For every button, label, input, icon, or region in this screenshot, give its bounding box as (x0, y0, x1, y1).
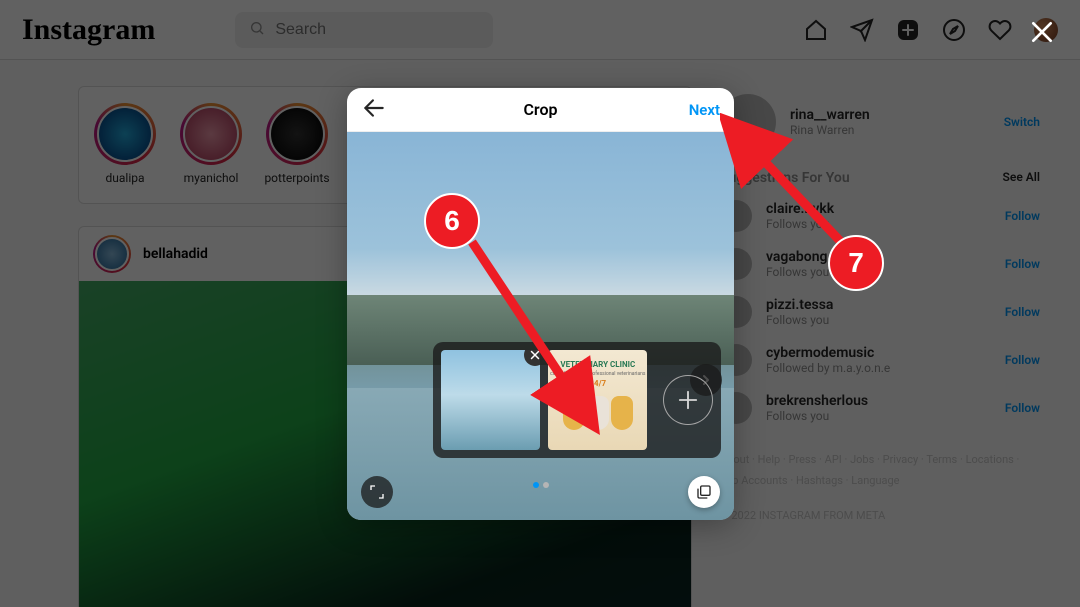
pager-dot (543, 482, 549, 488)
pager-dot-active (533, 482, 539, 488)
next-button[interactable]: Next (689, 101, 720, 119)
multi-select-icon[interactable] (688, 476, 720, 508)
aspect-ratio-icon[interactable] (361, 476, 393, 508)
close-icon[interactable] (1022, 12, 1062, 52)
back-icon[interactable] (361, 95, 387, 125)
add-media-icon[interactable] (663, 375, 713, 425)
modal-title: Crop (347, 100, 734, 119)
annotation-callout-6: 6 (424, 193, 480, 249)
media-pager-dots (533, 482, 549, 488)
modal-header: Crop Next (347, 88, 734, 132)
annotation-arrow-6 (460, 230, 630, 460)
annotation-callout-7: 7 (828, 235, 884, 291)
